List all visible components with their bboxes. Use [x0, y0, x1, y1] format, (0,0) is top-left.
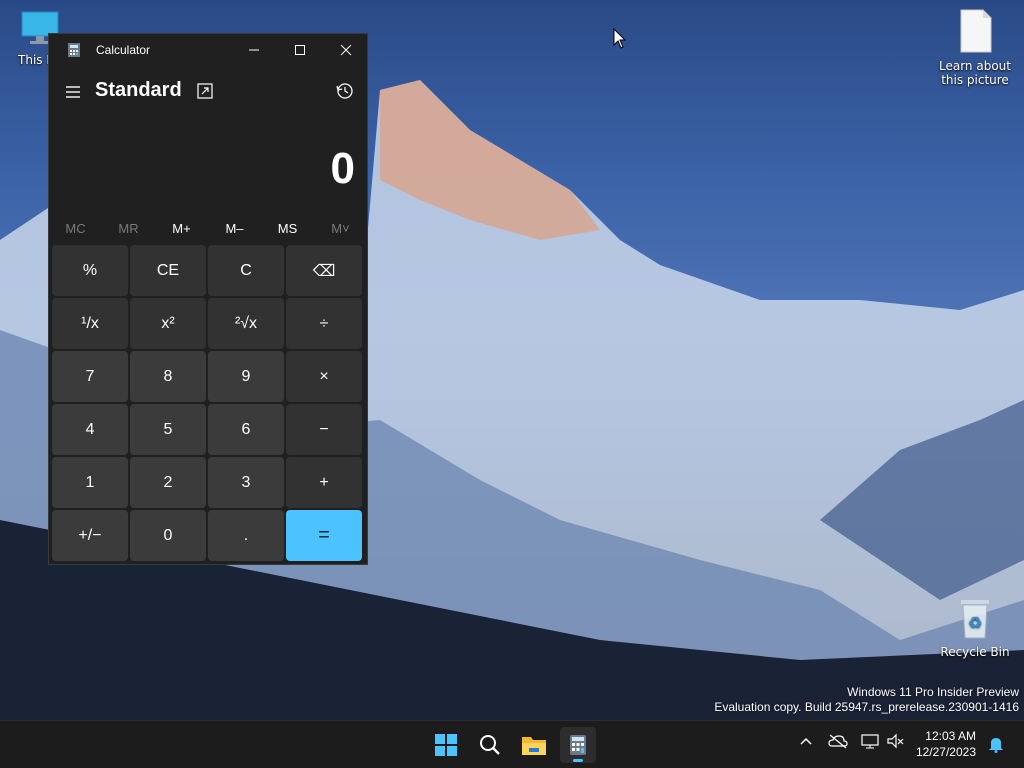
digit-5-button[interactable]: 5 [130, 404, 206, 455]
desktop-icon-label: Learn about this picture [939, 59, 1011, 87]
digit-1-button[interactable]: 1 [52, 457, 128, 508]
keep-on-top-icon[interactable] [196, 82, 214, 100]
recycle-bin-icon: ♻ [961, 600, 989, 639]
digit-2-button[interactable]: 2 [130, 457, 206, 508]
clear-button[interactable]: C [208, 245, 284, 296]
onedrive-icon[interactable] [828, 733, 848, 749]
close-button[interactable] [323, 34, 369, 66]
digit-4-button[interactable]: 4 [52, 404, 128, 455]
subtract-button[interactable]: − [286, 404, 362, 455]
digit-7-button[interactable]: 7 [52, 351, 128, 402]
decimal-button[interactable]: . [208, 510, 284, 561]
digit-9-button[interactable]: 9 [208, 351, 284, 402]
mouse-cursor-icon [613, 28, 627, 49]
search-button[interactable] [472, 727, 508, 763]
close-icon [340, 44, 352, 56]
search-icon [480, 735, 500, 755]
maximize-icon [295, 45, 305, 55]
add-button[interactable]: + [286, 457, 362, 508]
hamburger-menu-icon[interactable] [63, 82, 83, 102]
calculator-window[interactable]: Calculator Standard 0 MC MR M+ M– MS M˅ … [48, 33, 368, 565]
watermark-line-2: Evaluation copy. Build 25947.rs_prerelea… [714, 700, 1019, 714]
memory-add-button[interactable]: M+ [155, 216, 208, 242]
active-app-indicator [573, 759, 583, 762]
percent-button[interactable]: % [52, 245, 128, 296]
clear-entry-button[interactable]: CE [130, 245, 206, 296]
calculator-header: Standard [49, 76, 367, 116]
calculator-icon [570, 735, 586, 755]
history-icon[interactable] [335, 81, 355, 101]
notification-bell-icon[interactable] [988, 735, 1004, 753]
memory-subtract-button[interactable]: M– [208, 216, 261, 242]
negate-button[interactable]: +/− [52, 510, 128, 561]
maximize-button[interactable] [277, 34, 323, 66]
memory-recall-button[interactable]: MR [102, 216, 155, 242]
calculator-taskbar-button[interactable] [560, 727, 596, 763]
clock-date: 12/27/2023 [915, 745, 976, 759]
multiply-button[interactable]: × [286, 351, 362, 402]
document-icon [960, 9, 992, 53]
keypad: % CE C ⌫ ¹/x x² ²√x ÷ 7 8 9 × 4 5 6 − 1 … [52, 245, 366, 561]
memory-row: MC MR M+ M– MS M˅ [49, 216, 367, 242]
svg-text:♻: ♻ [968, 613, 982, 632]
watermark-line-1: Windows 11 Pro Insider Preview [847, 685, 1019, 699]
reciprocal-button[interactable]: ¹/x [52, 298, 128, 349]
window-title: Calculator [96, 43, 151, 57]
result-display: 0 [330, 144, 355, 193]
clock-time: 12:03 AM [925, 729, 976, 743]
digit-8-button[interactable]: 8 [130, 351, 206, 402]
file-explorer-button[interactable] [516, 727, 552, 763]
square-root-button[interactable]: ²√x [208, 298, 284, 349]
digit-3-button[interactable]: 3 [208, 457, 284, 508]
minimize-button[interactable] [231, 34, 277, 66]
title-bar[interactable]: Calculator [49, 34, 367, 66]
volume-muted-icon[interactable] [886, 733, 906, 749]
minimize-icon [249, 49, 259, 51]
desktop-icon-label: Recycle Bin [940, 645, 1010, 659]
desktop-icon-learn-about-picture[interactable]: Learn about this picture [935, 8, 1015, 87]
calculator-app-icon [68, 43, 80, 57]
memory-store-button[interactable]: MS [261, 216, 314, 242]
backspace-button[interactable]: ⌫ [286, 245, 362, 296]
mode-title: Standard [95, 79, 182, 101]
square-button[interactable]: x² [130, 298, 206, 349]
taskbar: 12:03 AM 12/27/2023 [0, 720, 1024, 768]
network-icon[interactable] [860, 733, 880, 749]
start-button[interactable] [428, 727, 464, 763]
windows-watermark: Windows 11 Pro Insider Preview Evaluatio… [714, 685, 1019, 715]
memory-clear-button[interactable]: MC [49, 216, 102, 242]
desktop-icon-recycle-bin[interactable]: ♻ Recycle Bin [935, 596, 1015, 659]
equals-button[interactable]: = [286, 510, 362, 561]
digit-0-button[interactable]: 0 [130, 510, 206, 561]
start-icon [435, 734, 457, 756]
divide-button[interactable]: ÷ [286, 298, 362, 349]
system-clock[interactable]: 12:03 AM 12/27/2023 [916, 728, 976, 760]
digit-6-button[interactable]: 6 [208, 404, 284, 455]
chevron-up-icon[interactable] [798, 733, 814, 749]
memory-list-button[interactable]: M˅ [314, 216, 367, 242]
file-explorer-icon [522, 737, 546, 755]
